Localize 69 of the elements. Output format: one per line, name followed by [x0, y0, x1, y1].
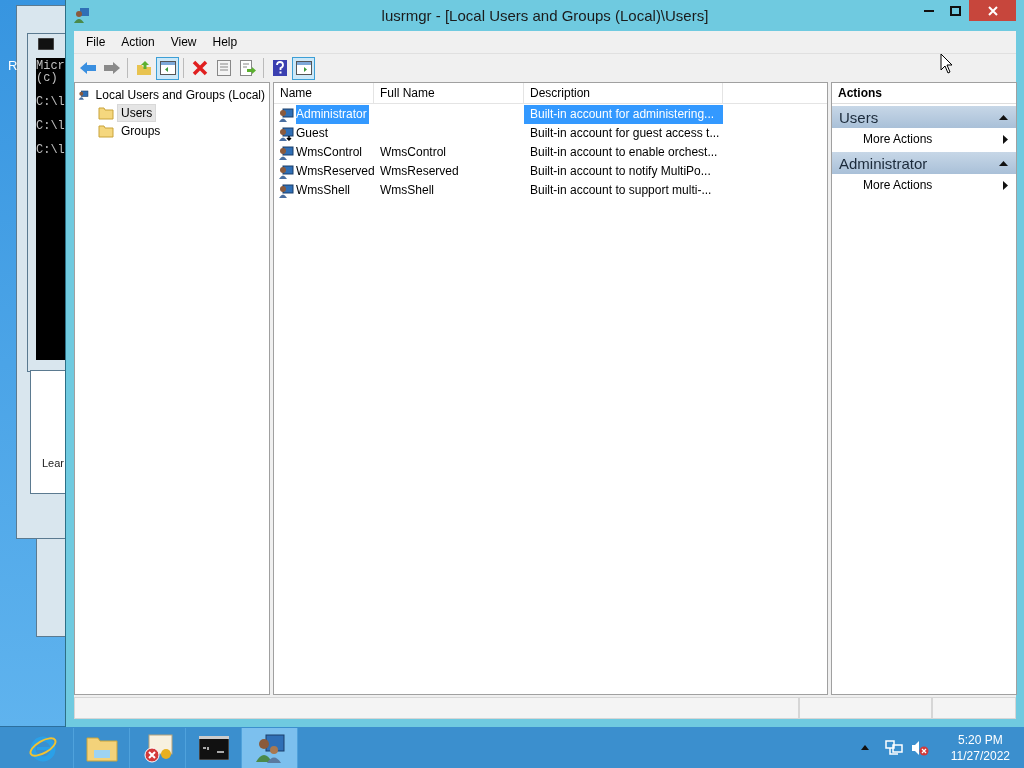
user-icon — [278, 163, 294, 180]
user-icon — [278, 144, 294, 161]
menu-item[interactable]: Action — [113, 35, 163, 49]
table-cell[interactable]: WmsReserved — [296, 162, 377, 181]
disabled-user-icon — [278, 125, 294, 142]
table-cell-text: WmsShell — [379, 182, 435, 199]
column-header[interactable]: Name — [274, 83, 374, 103]
action-pane-icon — [295, 61, 312, 75]
section-header[interactable]: Users — [832, 106, 1016, 128]
volume-muted-icon[interactable] — [910, 739, 929, 756]
tree-pane-icon — [159, 61, 176, 75]
section-title: Users — [839, 108, 879, 126]
submenu-arrow-icon — [1003, 180, 1008, 190]
action-item[interactable]: More Actions — [832, 174, 1016, 196]
table-cell: Built-in account for administering... — [524, 105, 723, 124]
user-icon — [278, 106, 294, 123]
table-cell-text: Built-in account to support multi-... — [529, 182, 713, 199]
column-header[interactable]: Description — [524, 83, 723, 103]
table-cell-text: Built-in account for guest access t... — [529, 125, 721, 142]
user-icon — [78, 87, 89, 103]
console-icon — [198, 735, 229, 760]
close-button[interactable] — [969, 0, 1016, 21]
folder-icon — [98, 106, 114, 120]
close-icon — [987, 5, 998, 16]
minimize-icon — [923, 9, 934, 12]
folder-icon — [98, 124, 114, 138]
properties-icon — [216, 60, 231, 76]
window-title: lusrmgr - [Local Users and Groups (Local)\Users] — [381, 7, 709, 24]
tree-item[interactable]: Local Users and Groups (Local) — [91, 86, 269, 104]
maximize-icon — [950, 5, 961, 16]
clock-date: 11/27/2022 — [950, 747, 1010, 764]
toolbar-button[interactable] — [156, 56, 179, 80]
network-icon[interactable] — [884, 739, 903, 756]
delete-icon — [191, 60, 208, 76]
table-cell-text: WmsControl — [379, 144, 447, 161]
show-hidden-icons-icon[interactable] — [860, 745, 869, 750]
desktop-icon-label: R — [8, 58, 18, 73]
table-cell-text: Built-in account to notify MultiPo... — [529, 163, 712, 180]
clock-time: 5:20 PM — [958, 731, 1003, 748]
tree-item[interactable]: Users — [117, 104, 157, 122]
dialog-text: Lear — [42, 457, 65, 469]
section-header[interactable]: Administrator — [832, 152, 1016, 174]
menu-item[interactable]: View — [162, 35, 205, 49]
action-item[interactable]: More Actions — [832, 128, 1016, 150]
table-cell-text: Built-in account to enable orchest... — [529, 144, 719, 161]
export-list-icon — [239, 60, 256, 76]
menu-item[interactable]: File — [78, 35, 114, 49]
menu-item[interactable]: Help — [204, 35, 246, 49]
tree-item[interactable]: Groups — [117, 122, 165, 140]
user-icon — [278, 182, 294, 199]
users-icon — [74, 7, 90, 23]
forward-arrow-icon — [102, 61, 121, 75]
table-cell[interactable]: WmsShell — [296, 181, 352, 200]
table-cell[interactable]: WmsControl — [296, 143, 364, 162]
table-cell-text: WmsReserved — [379, 163, 460, 180]
toolbar-button[interactable] — [292, 56, 315, 80]
action-label: More Actions — [863, 178, 933, 192]
back-arrow-icon — [78, 61, 97, 75]
actions-title: Actions — [832, 83, 1016, 104]
column-header[interactable]: Full Name — [374, 83, 524, 103]
folder-up-icon — [135, 60, 152, 76]
mouse-cursor-icon — [940, 53, 954, 74]
users-icon — [253, 731, 286, 764]
certificate-error-icon — [141, 732, 174, 763]
help-icon — [271, 60, 288, 76]
action-label: More Actions — [863, 132, 933, 146]
section-title: Administrator — [839, 154, 928, 172]
console-icon — [38, 38, 54, 50]
submenu-arrow-icon — [1003, 134, 1008, 144]
